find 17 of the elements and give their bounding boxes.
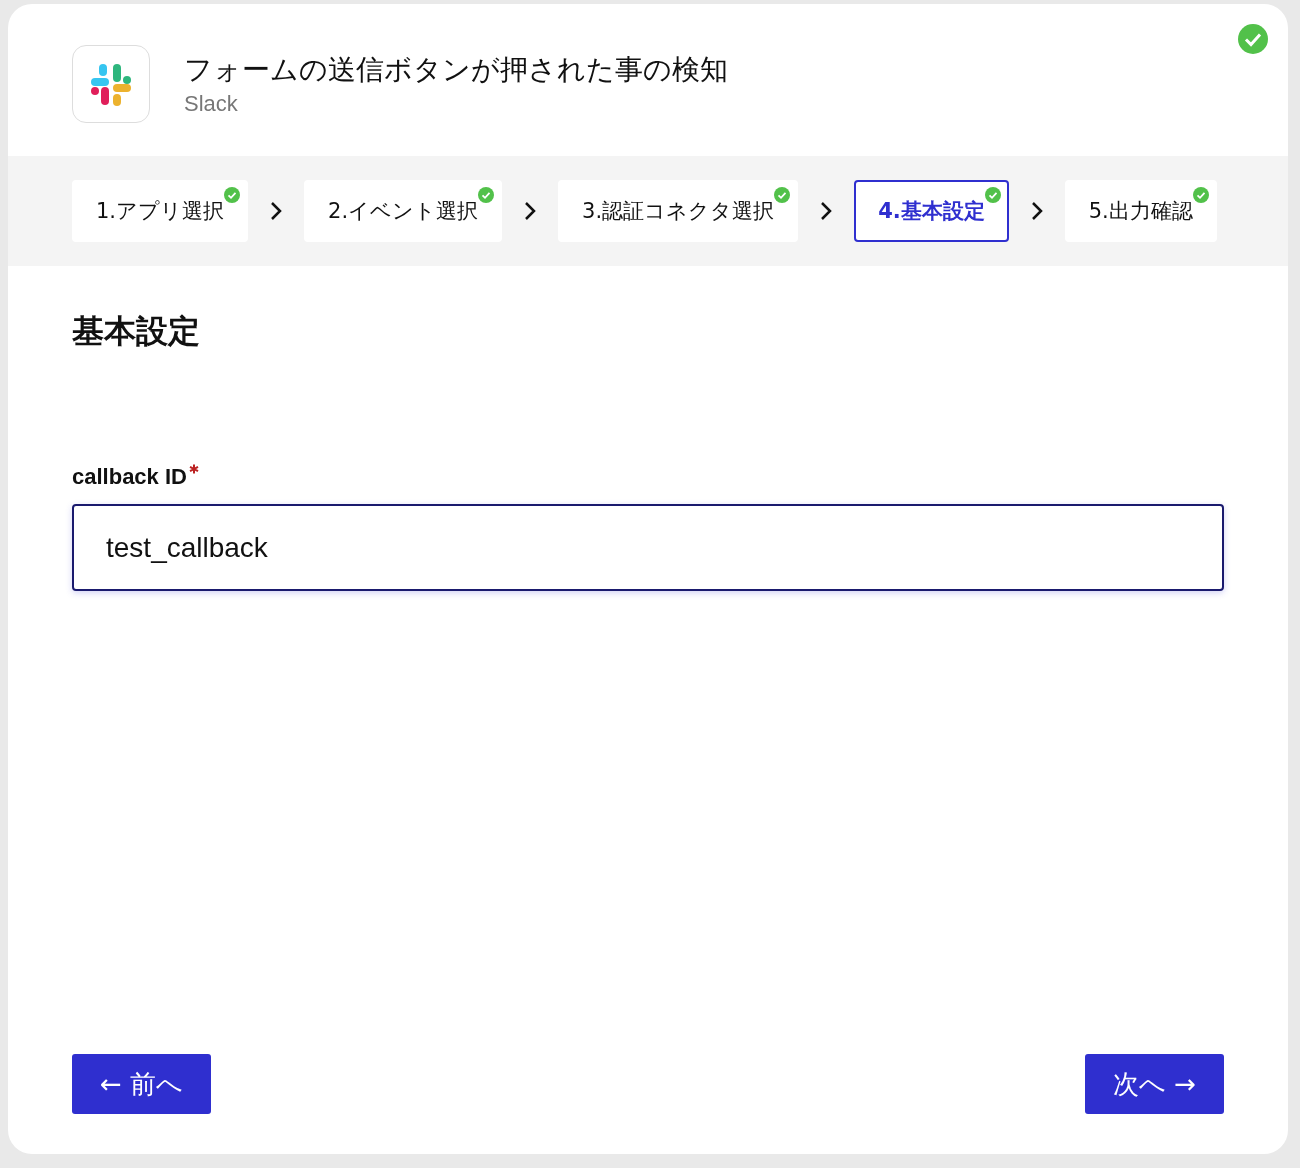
step-tab[interactable]: 1.アプリ選択	[72, 180, 249, 242]
flow-title: フォームの送信ボタンが押された事の検知	[184, 52, 728, 88]
chevron-right-icon	[1030, 201, 1043, 221]
chevron-right-icon	[524, 201, 537, 221]
field-label: callback ID	[72, 464, 187, 489]
step-tab[interactable]: 5.出力確認	[1064, 180, 1217, 242]
section-title: 基本設定	[72, 311, 201, 352]
back-button[interactable]: ← 前へ	[72, 1054, 212, 1114]
input-field[interactable]: test_callback	[72, 504, 1224, 591]
step-tab[interactable]: 3.認証コネクタ選択	[558, 180, 799, 242]
next-button[interactable]: 次へ →	[1084, 1054, 1224, 1114]
app-name: Slack	[184, 91, 239, 117]
app-logo-icon	[72, 45, 150, 123]
chevron-right-icon	[820, 201, 833, 221]
chevron-right-icon	[270, 201, 283, 221]
step-tab[interactable]: 4.基本設定	[854, 180, 1009, 242]
step-tab[interactable]: 2.イベント選択	[304, 180, 503, 242]
